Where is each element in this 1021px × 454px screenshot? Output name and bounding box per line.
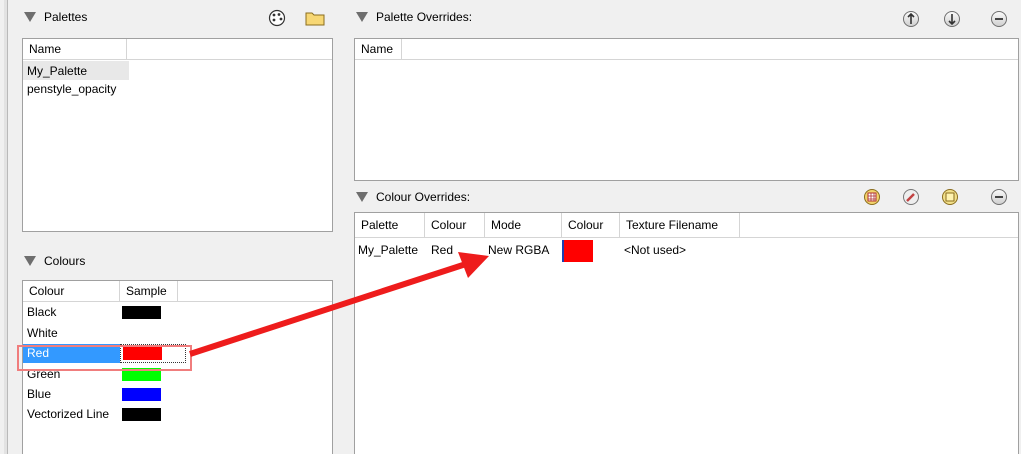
cell-colour: Red	[431, 243, 454, 257]
eyedropper-icon[interactable]	[902, 189, 920, 205]
column-header-palette[interactable]: Palette	[355, 213, 425, 237]
column-header-colour[interactable]: Colour	[23, 281, 120, 301]
colour-sample-swatch	[122, 305, 161, 319]
palette-overrides-list[interactable]: Name	[354, 38, 1019, 181]
palettes-list[interactable]: Name My_Palette penstyle_opacity	[22, 38, 333, 232]
column-header-colour[interactable]: Colour	[425, 213, 485, 237]
remove-icon[interactable]	[991, 11, 1007, 27]
colour-name: Blue	[27, 387, 52, 401]
collapse-triangle-icon[interactable]	[24, 256, 36, 266]
palettes-header[interactable]: Palettes	[24, 6, 334, 28]
column-header-name[interactable]: Name	[355, 39, 402, 59]
cell-mode: New RGBA	[488, 243, 550, 257]
palette-overrides-list-header: Name	[355, 39, 1018, 60]
remove-icon[interactable]	[991, 189, 1007, 205]
collapse-triangle-icon[interactable]	[356, 192, 368, 202]
colour-row-blue[interactable]: Blue	[23, 384, 332, 404]
collapse-triangle-icon[interactable]	[24, 12, 36, 22]
colours-header[interactable]: Colours	[24, 250, 224, 272]
column-header-sample[interactable]: Sample	[120, 281, 178, 301]
column-header-texture-filename[interactable]: Texture Filename	[620, 213, 740, 237]
colour-swatch	[562, 239, 593, 262]
colour-overrides-header-row: Palette Colour Mode Colour Texture Filen…	[355, 213, 1018, 238]
clone-icon[interactable]	[942, 189, 958, 205]
colour-sample-swatch	[122, 407, 161, 421]
colour-overrides-table[interactable]: Palette Colour Mode Colour Texture Filen…	[354, 212, 1019, 454]
palette-item-penstyle-opacity[interactable]: penstyle_opacity	[23, 82, 116, 96]
folder-icon[interactable]	[305, 10, 325, 26]
colour-name: Vectorized Line	[27, 407, 110, 421]
table-row[interactable]: My_Palette Red New RGBA <Not used>	[355, 238, 1018, 262]
grid-icon[interactable]	[864, 189, 880, 205]
colour-overrides-title: Colour Overrides:	[376, 190, 471, 204]
palette-overrides-title: Palette Overrides:	[376, 10, 473, 24]
palettes-list-header: Name	[23, 39, 332, 60]
colour-sample-swatch	[122, 326, 161, 339]
list-item[interactable]: My_Palette	[23, 60, 332, 80]
colour-row-black[interactable]: Black	[23, 302, 332, 322]
cell-palette: My_Palette	[358, 243, 419, 257]
column-header-name[interactable]: Name	[23, 39, 127, 59]
annotation-highlight-box	[17, 345, 192, 371]
cell-texture-filename: <Not used>	[624, 243, 687, 257]
colours-list-header: Colour Sample	[23, 281, 332, 302]
palettes-title: Palettes	[44, 10, 88, 24]
column-header-colour-swatch[interactable]: Colour	[562, 213, 620, 237]
move-up-icon[interactable]	[903, 11, 919, 27]
colours-title: Colours	[44, 254, 86, 268]
colour-sample-swatch	[122, 387, 161, 401]
left-panel-edge	[4, 0, 8, 454]
colour-name: Black	[27, 305, 57, 319]
palette-browser-icon[interactable]	[268, 9, 286, 27]
collapse-triangle-icon[interactable]	[356, 12, 368, 22]
move-down-icon[interactable]	[944, 11, 960, 27]
colour-row-vectorized-line[interactable]: Vectorized Line	[23, 404, 332, 424]
cell-colour-swatch[interactable]	[562, 239, 620, 262]
column-header-mode[interactable]: Mode	[485, 213, 562, 237]
colour-name: White	[27, 325, 58, 340]
list-item[interactable]: penstyle_opacity	[23, 80, 332, 98]
palette-item-my-palette[interactable]: My_Palette	[23, 60, 129, 80]
colour-row-white[interactable]: White	[23, 322, 332, 343]
